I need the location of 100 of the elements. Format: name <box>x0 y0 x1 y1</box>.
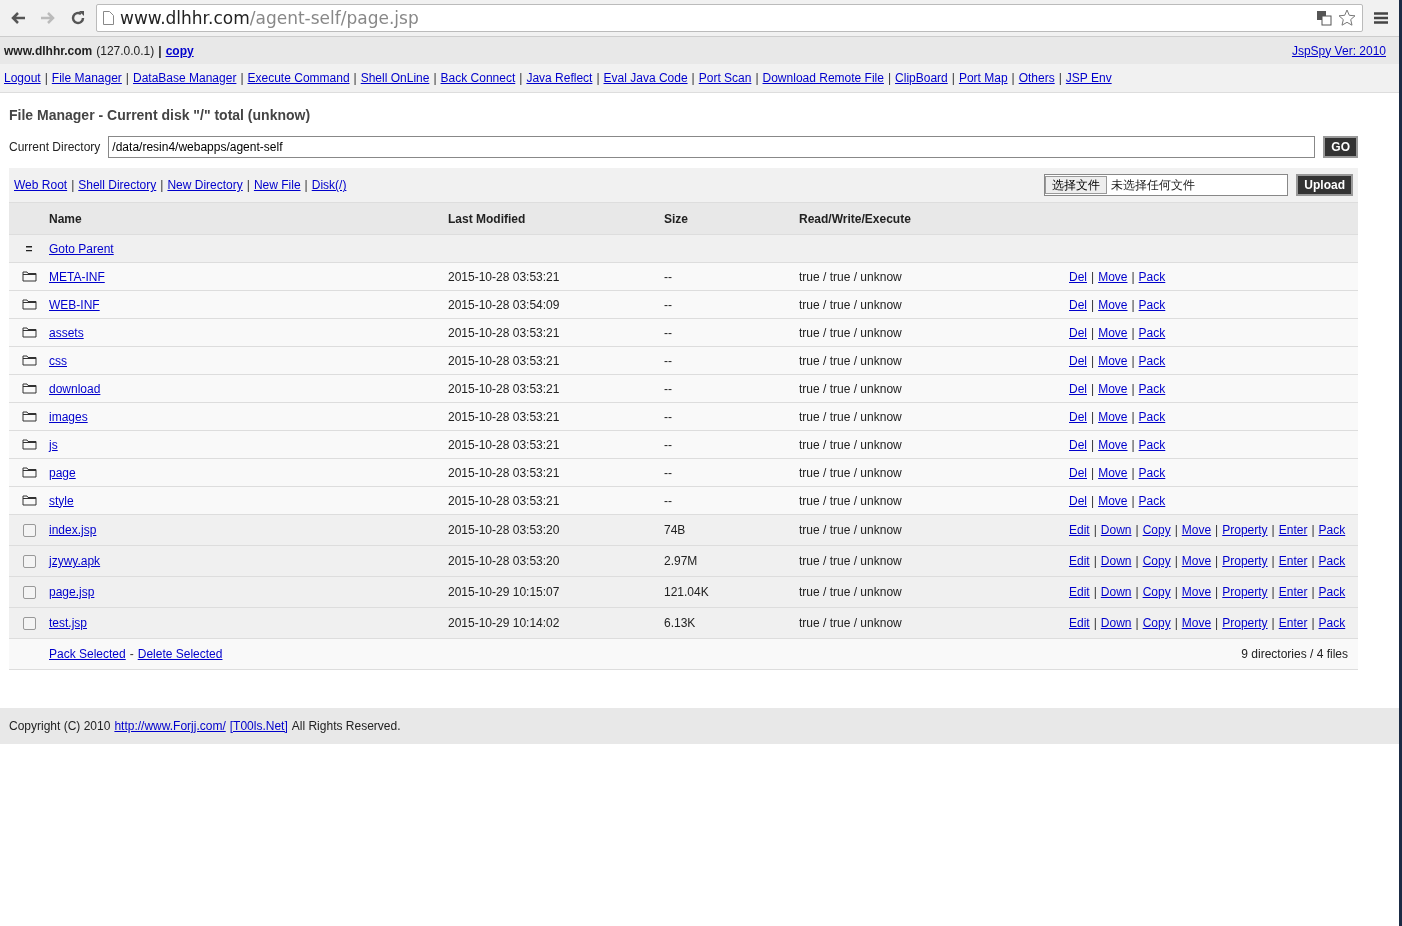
pack-selected-link[interactable]: Pack Selected <box>49 647 126 661</box>
action-link[interactable]: Edit <box>1069 554 1090 568</box>
action-link[interactable]: Del <box>1069 381 1087 396</box>
action-link[interactable]: Del <box>1069 269 1087 284</box>
address-bar[interactable]: www.dlhhr.com/agent-self/page.jsp <box>96 4 1363 32</box>
action-link[interactable]: Property <box>1222 616 1268 630</box>
file-link[interactable]: assets <box>49 325 84 340</box>
file-link[interactable]: download <box>49 381 101 396</box>
action-link[interactable]: Pack <box>1318 554 1346 568</box>
nav-link[interactable]: Logout <box>4 71 41 85</box>
toolbar-link[interactable]: New File <box>253 178 301 192</box>
action-link[interactable]: Pack <box>1138 353 1166 368</box>
file-link[interactable]: jzywy.apk <box>49 554 101 568</box>
nav-link[interactable]: Execute Command <box>247 71 350 85</box>
nav-link[interactable]: Port Scan <box>698 71 752 85</box>
nav-link[interactable]: Eval Java Code <box>603 71 688 85</box>
action-link[interactable]: Move <box>1098 465 1128 480</box>
action-link[interactable]: Pack <box>1138 381 1166 396</box>
file-link[interactable]: META-INF <box>49 269 105 284</box>
star-icon[interactable] <box>1338 9 1356 27</box>
action-link[interactable]: Edit <box>1069 616 1090 630</box>
action-link[interactable]: Move <box>1098 269 1128 284</box>
action-link[interactable]: Down <box>1100 523 1132 537</box>
copy-link[interactable]: copy <box>165 43 194 58</box>
action-link[interactable]: Del <box>1069 297 1087 312</box>
toolbar-link[interactable]: New Directory <box>167 178 243 192</box>
nav-link[interactable]: Port Map <box>958 71 1008 85</box>
file-link[interactable]: js <box>49 437 58 452</box>
nav-link[interactable]: Shell OnLine <box>360 71 430 85</box>
row-checkbox[interactable] <box>22 523 36 537</box>
action-link[interactable]: Property <box>1222 523 1268 537</box>
action-link[interactable]: Move <box>1098 437 1128 452</box>
nav-link[interactable]: Download Remote File <box>762 71 884 85</box>
action-link[interactable]: Pack <box>1138 493 1166 508</box>
nav-link[interactable]: Back Connect <box>440 71 516 85</box>
action-link[interactable]: Move <box>1181 554 1212 568</box>
action-link[interactable]: Edit <box>1069 523 1090 537</box>
file-link[interactable]: page <box>49 465 76 480</box>
action-link[interactable]: Del <box>1069 437 1087 452</box>
action-link[interactable]: Enter <box>1278 554 1308 568</box>
file-link[interactable]: WEB-INF <box>49 297 100 312</box>
action-link[interactable]: Del <box>1069 353 1087 368</box>
nav-link[interactable]: Others <box>1018 71 1055 85</box>
toolbar-link[interactable]: Shell Directory <box>78 178 157 192</box>
row-checkbox[interactable] <box>22 616 36 630</box>
action-link[interactable]: Pack <box>1138 409 1166 424</box>
site-link[interactable]: http://www.Forjj.com/ <box>114 719 226 733</box>
action-link[interactable]: Copy <box>1142 523 1171 537</box>
parent-link[interactable]: Goto Parent <box>49 241 114 256</box>
action-link[interactable]: Property <box>1222 554 1268 568</box>
toolbar-link[interactable]: Web Root <box>14 178 68 192</box>
nav-link[interactable]: ClipBoard <box>895 71 948 85</box>
site-link[interactable]: [T00ls.Net] <box>229 719 288 733</box>
action-link[interactable]: Property <box>1222 585 1268 599</box>
action-link[interactable]: Down <box>1100 616 1132 630</box>
action-link[interactable]: Move <box>1181 585 1212 599</box>
choose-file-button[interactable]: 选择文件 <box>1045 176 1108 194</box>
action-link[interactable]: Enter <box>1278 616 1308 630</box>
nav-link[interactable]: Java Reflect <box>526 71 593 85</box>
action-link[interactable]: Pack <box>1318 523 1346 537</box>
action-link[interactable]: Del <box>1069 325 1087 340</box>
file-link[interactable]: images <box>49 409 88 424</box>
action-link[interactable]: Down <box>1100 585 1132 599</box>
action-link[interactable]: Del <box>1069 493 1087 508</box>
file-picker[interactable]: 选择文件 未选择任何文件 <box>1044 174 1289 196</box>
action-link[interactable]: Move <box>1098 409 1128 424</box>
action-link[interactable]: Move <box>1098 381 1128 396</box>
delete-selected-link[interactable]: Delete Selected <box>137 647 223 661</box>
translate-icon[interactable] <box>1316 10 1332 26</box>
row-checkbox[interactable] <box>22 554 36 568</box>
action-link[interactable]: Pack <box>1138 325 1166 340</box>
file-link[interactable]: index.jsp <box>49 523 97 537</box>
file-link[interactable]: style <box>49 493 74 508</box>
nav-link[interactable]: File Manager <box>51 71 122 85</box>
action-link[interactable]: Pack <box>1318 616 1346 630</box>
action-link[interactable]: Move <box>1098 325 1128 340</box>
file-link[interactable]: page.jsp <box>49 585 95 599</box>
nav-link[interactable]: DataBase Manager <box>133 71 237 85</box>
action-link[interactable]: Copy <box>1142 616 1171 630</box>
nav-link[interactable]: JSP Env <box>1065 71 1112 85</box>
file-link[interactable]: css <box>49 353 67 368</box>
action-link[interactable]: Del <box>1069 409 1087 424</box>
file-link[interactable]: test.jsp <box>49 616 87 630</box>
action-link[interactable]: Move <box>1098 353 1128 368</box>
action-link[interactable]: Move <box>1181 523 1212 537</box>
row-checkbox[interactable] <box>22 585 36 599</box>
action-link[interactable]: Down <box>1100 554 1132 568</box>
go-button[interactable]: GO <box>1323 136 1358 158</box>
upload-button[interactable]: Upload <box>1296 174 1353 196</box>
action-link[interactable]: Enter <box>1278 523 1308 537</box>
directory-field[interactable]: /data/resin4/webapps/agent-self <box>108 136 1316 158</box>
action-link[interactable]: Pack <box>1318 585 1346 599</box>
action-link[interactable]: Move <box>1181 616 1212 630</box>
action-link[interactable]: Copy <box>1142 554 1171 568</box>
action-link[interactable]: Move <box>1098 297 1128 312</box>
action-link[interactable]: Pack <box>1138 297 1166 312</box>
action-link[interactable]: Del <box>1069 465 1087 480</box>
action-link[interactable]: Move <box>1098 493 1128 508</box>
action-link[interactable]: Edit <box>1069 585 1090 599</box>
action-link[interactable]: Pack <box>1138 269 1166 284</box>
